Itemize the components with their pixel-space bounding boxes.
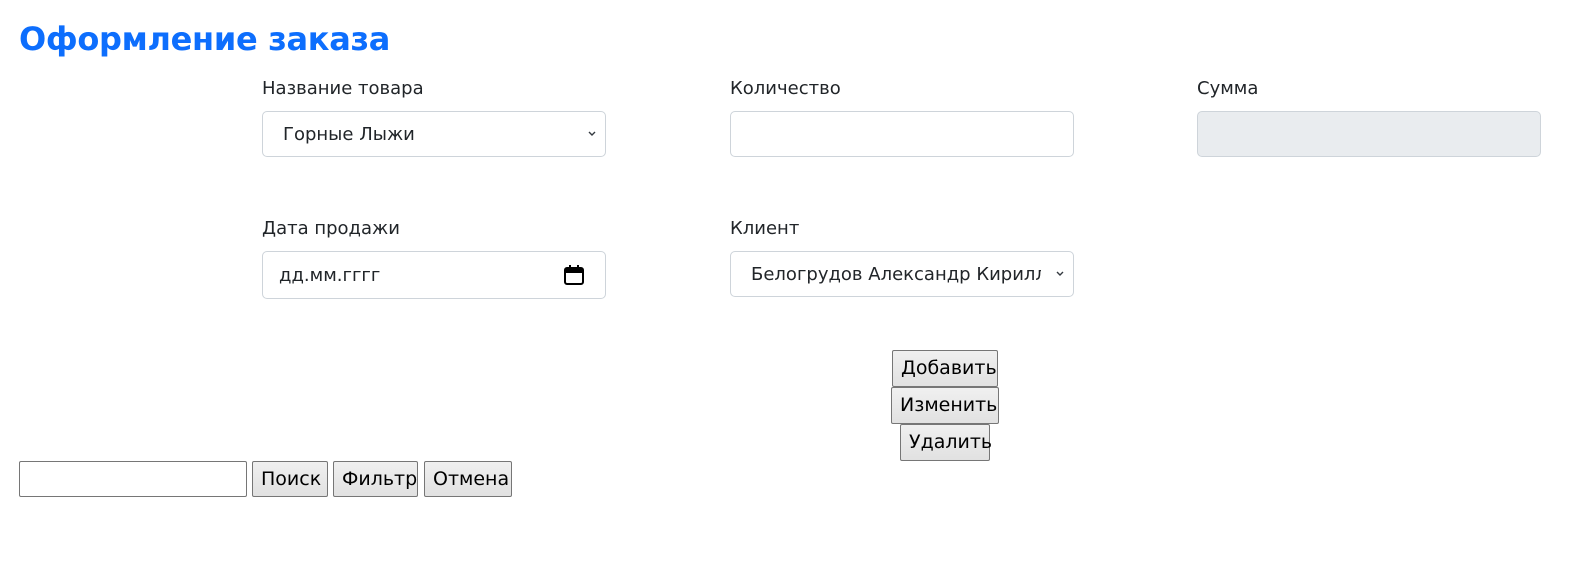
client-label: Клиент [730, 218, 800, 239]
delete-button[interactable]: Удалить [900, 424, 992, 461]
client-select[interactable]: Белогрудов Александр Кирилло [730, 251, 1074, 297]
edit-button[interactable]: Изменить [891, 387, 999, 424]
cancel-button[interactable]: Отмена [424, 461, 512, 497]
sale-date-input[interactable]: дд.мм.гггг [262, 251, 606, 299]
quantity-field: Количество [730, 76, 1074, 157]
sale-date-placeholder: дд.мм.гггг [279, 265, 381, 286]
product-select[interactable]: Горные Лыжи [262, 111, 606, 157]
sum-input [1197, 111, 1541, 157]
sum-field: Сумма [1197, 76, 1541, 157]
sum-label: Сумма [1197, 78, 1259, 99]
search-button[interactable]: Поиск [252, 461, 328, 497]
sale-date-label: Дата продажи [262, 218, 400, 239]
add-button[interactable]: Добавить [892, 350, 998, 387]
product-field: Название товара Горные Лыжи [262, 76, 606, 157]
chevron-down-icon [1056, 271, 1064, 276]
client-field: Клиент Белогрудов Александр Кирилло [730, 216, 1074, 297]
product-select-value: Горные Лыжи [283, 124, 415, 145]
product-label: Название товара [262, 78, 424, 99]
client-select-value: Белогрудов Александр Кирилло [751, 264, 1041, 285]
page-title: Оформление заказа [19, 20, 391, 58]
search-input[interactable] [19, 461, 247, 497]
quantity-input[interactable] [730, 111, 1074, 157]
filter-button[interactable]: Фильтр [333, 461, 418, 497]
calendar-icon[interactable] [563, 264, 585, 286]
sale-date-field: Дата продажи дд.мм.гггг [262, 216, 606, 299]
quantity-label: Количество [730, 78, 841, 99]
chevron-down-icon [588, 131, 596, 136]
